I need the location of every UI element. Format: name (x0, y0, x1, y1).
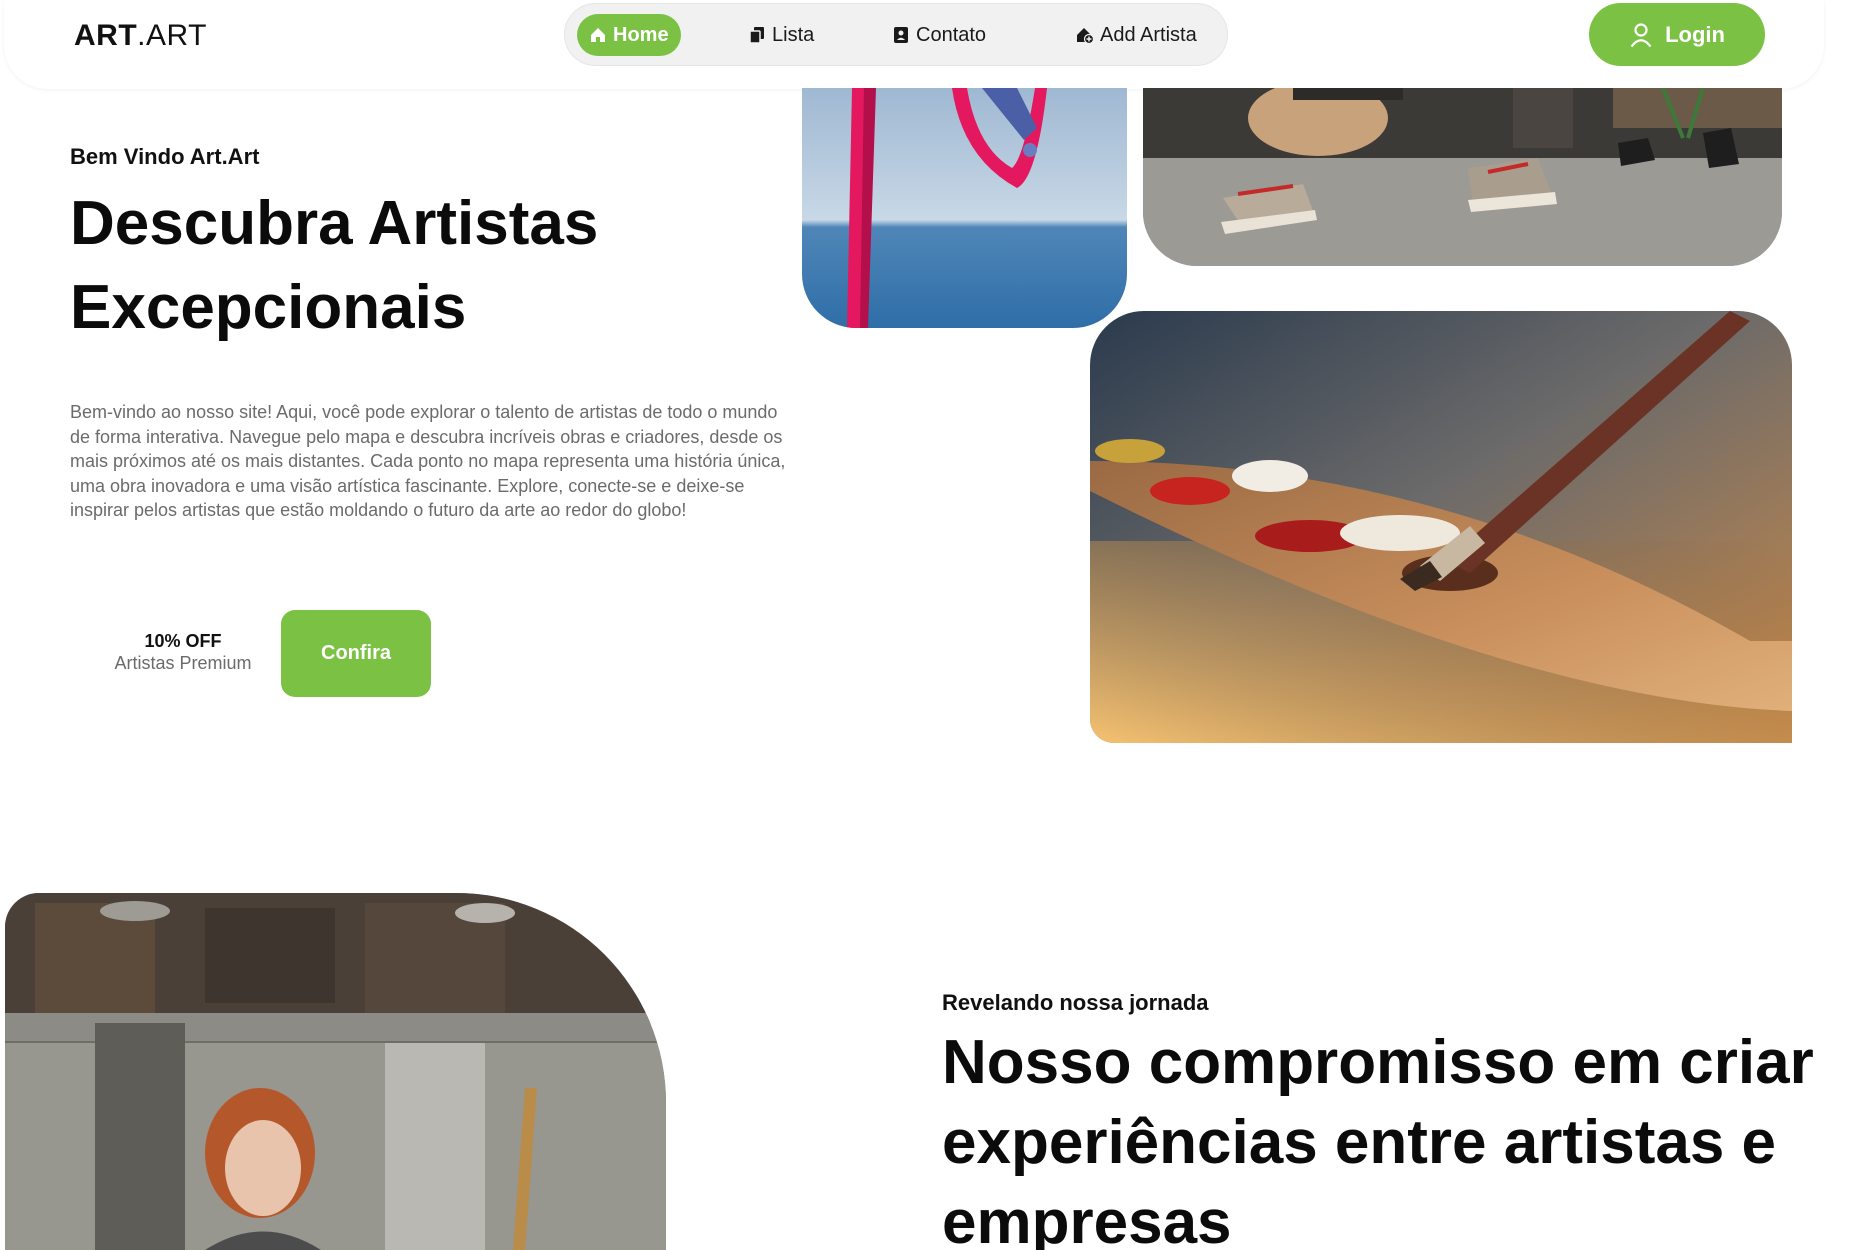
nav-item-label: Home (613, 23, 669, 46)
logo-bold: ART (74, 19, 138, 52)
nav-item-contato[interactable]: Contato (892, 14, 986, 56)
logo-light: .ART (137, 19, 207, 52)
login-button[interactable]: Login (1589, 3, 1765, 66)
hero-kicker: Bem Vindo Art.Art (70, 144, 260, 169)
contact-card-icon (894, 27, 908, 43)
paint-palette-photo (1090, 311, 1792, 743)
copy-icon (749, 27, 764, 44)
nav-item-label: Add Artista (1100, 23, 1197, 46)
home-icon (591, 28, 605, 42)
street-musicians-photo (1143, 88, 1782, 266)
aerial-silk-photo (802, 88, 1127, 328)
promo-discount: 10% OFF (144, 631, 222, 651)
login-label: Login (1665, 21, 1725, 47)
confira-button[interactable]: Confira (281, 610, 431, 697)
nav-item-home[interactable]: Home (577, 14, 681, 56)
street-musicians-illustration (1143, 88, 1782, 266)
home-add-icon (1077, 28, 1094, 44)
promo-badge: 10% OFF Artistas Premium (105, 631, 261, 674)
nav-item-label: Lista (772, 23, 815, 46)
nav-item-label: Contato (916, 23, 987, 46)
top-navbar: ART.ART Home Lista Contato Add Artista L… (4, 0, 1824, 89)
main-nav: Home Lista Contato Add Artista (564, 3, 1228, 66)
section2-kicker: Revelando nossa jornada (942, 990, 1209, 1015)
hero-title: Descubra Artistas Excepcionais (70, 189, 599, 342)
painter-photo (5, 893, 666, 1250)
hero-description: Bem-vindo ao nosso site! Aqui, você pode… (70, 402, 786, 520)
user-icon (1630, 22, 1652, 47)
nav-item-add-artista[interactable]: Add Artista (1076, 14, 1197, 56)
nav-item-lista[interactable]: Lista (748, 14, 814, 56)
paint-palette-illustration (1090, 311, 1792, 743)
logo[interactable]: ART.ART (74, 19, 207, 53)
promo-subtitle: Artistas Premium (114, 653, 252, 673)
section2-title: Nosso compromisso em criar experiências … (942, 1028, 1814, 1250)
painter-illustration (5, 893, 666, 1250)
aerial-silk-illustration (802, 88, 1127, 328)
